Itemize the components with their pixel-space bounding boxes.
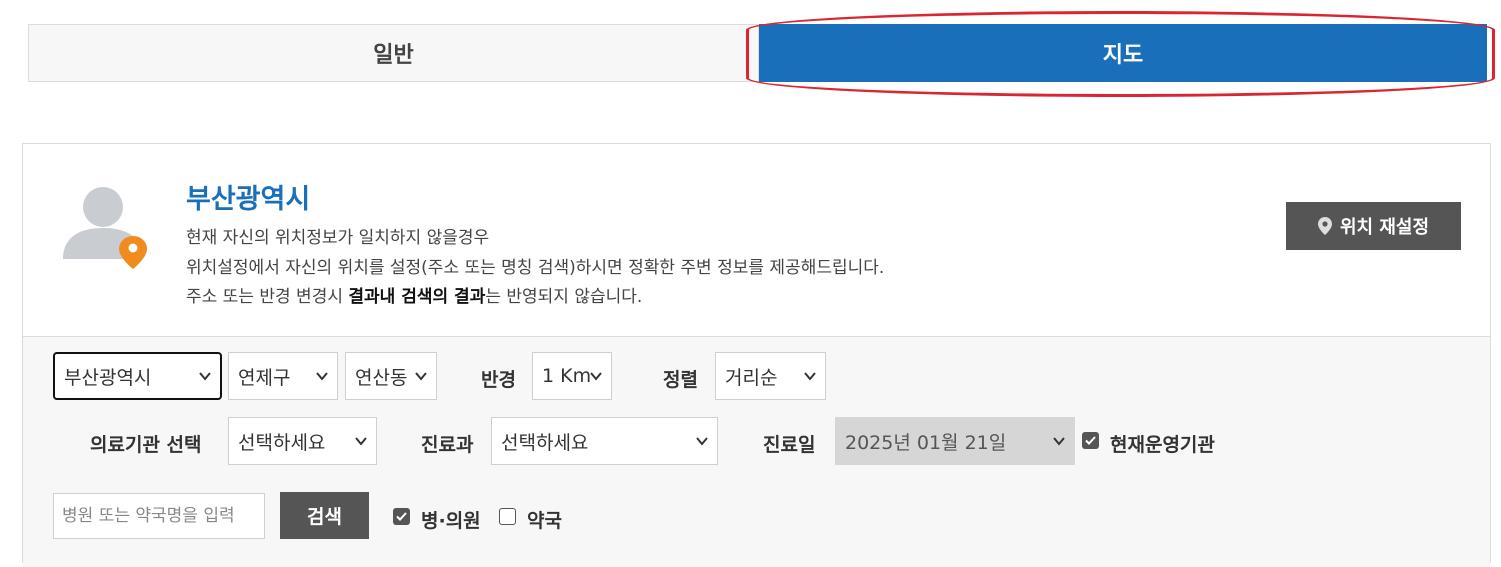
location-search-panel: 부산광역시 현재 자신의 위치정보가 일치하지 않을경우 위치설정에서 자신의 … — [22, 143, 1491, 567]
chevron-down-icon — [415, 372, 427, 381]
institution-label: 의료기관 선택 — [90, 434, 202, 456]
search-input[interactable] — [53, 493, 265, 539]
checkmark-icon — [1085, 436, 1096, 445]
dong-select-value: 연산동 — [355, 366, 408, 389]
sort-label: 정렬 — [663, 369, 698, 391]
department-select[interactable]: 선택하세요 — [491, 417, 718, 465]
note-emphasis: 결과내 검색의 결과 — [348, 287, 486, 307]
city-select[interactable]: 부산광역시 — [53, 352, 222, 400]
radius-select-value: 1 Km — [542, 365, 592, 387]
checkmark-icon — [396, 512, 407, 521]
city-select-value: 부산광역시 — [64, 366, 152, 389]
hospital-checkbox[interactable] — [393, 508, 410, 525]
district-select[interactable]: 연제구 — [228, 352, 338, 400]
operating-checkbox[interactable] — [1082, 432, 1099, 449]
location-info-line: 현재 자신의 위치정보가 일치하지 않을경우 — [186, 228, 490, 248]
chevron-down-icon — [590, 372, 602, 381]
department-label: 진료과 — [421, 434, 474, 456]
institution-select[interactable]: 선택하세요 — [228, 417, 377, 465]
user-location-avatar-icon — [63, 187, 147, 269]
tab-map[interactable]: 지도 — [759, 24, 1487, 82]
city-title: 부산광역시 — [186, 184, 311, 215]
radius-select[interactable]: 1 Km — [532, 352, 612, 400]
chevron-down-icon — [316, 372, 328, 381]
treatment-date-select[interactable]: 2025년 01월 21일 — [835, 417, 1075, 465]
dong-select[interactable]: 연산동 — [345, 352, 437, 400]
treatment-date-label: 진료일 — [763, 434, 816, 456]
reset-location-button[interactable]: 위치 재설정 — [1286, 202, 1461, 250]
chevron-down-icon — [1053, 437, 1065, 446]
map-pin-icon — [1317, 217, 1332, 235]
chevron-down-icon — [804, 372, 816, 381]
institution-select-value: 선택하세요 — [238, 431, 326, 454]
location-info: 부산광역시 현재 자신의 위치정보가 일치하지 않을경우 위치설정에서 자신의 … — [23, 144, 1490, 336]
reset-location-label: 위치 재설정 — [1339, 217, 1430, 238]
chevron-down-icon — [355, 437, 367, 446]
chevron-down-icon — [199, 372, 211, 381]
tab-bar: 일반 지도 — [28, 24, 1487, 82]
filter-area: 부산광역시 연제구 연산동 반경 1 Km 정렬 거리순 의료기관 선택 선택하… — [23, 336, 1490, 567]
location-info-line: 위치설정에서 자신의 위치를 설정(주소 또는 명칭 검색)하시면 정확한 주변… — [186, 258, 885, 278]
pharmacy-checkbox[interactable] — [499, 508, 516, 525]
department-select-value: 선택하세요 — [501, 431, 589, 454]
tab-general[interactable]: 일반 — [28, 24, 759, 82]
sort-select-value: 거리순 — [725, 366, 778, 389]
location-info-note: 주소 또는 반경 변경시 결과내 검색의 결과는 반영되지 않습니다. — [186, 287, 643, 307]
hospital-label: 병·의원 — [421, 510, 481, 532]
sort-select[interactable]: 거리순 — [715, 352, 826, 400]
district-select-value: 연제구 — [238, 366, 291, 389]
operating-label: 현재운영기관 — [1110, 434, 1215, 456]
treatment-date-value: 2025년 01월 21일 — [845, 431, 1007, 454]
pharmacy-label: 약국 — [527, 510, 562, 532]
chevron-down-icon — [696, 437, 708, 446]
search-button[interactable]: 검색 — [280, 492, 369, 539]
radius-label: 반경 — [481, 369, 516, 391]
